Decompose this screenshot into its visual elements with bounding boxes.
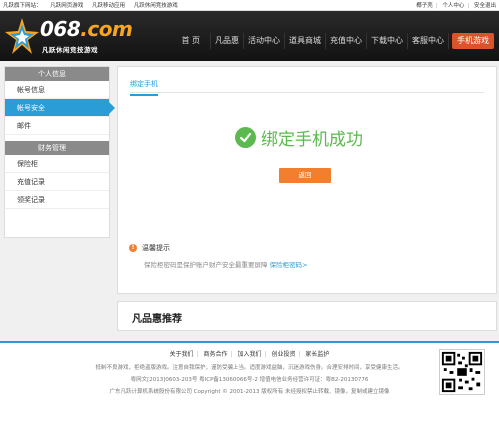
footer-license: 粤网文[2013]0603-203号 粤ICP备13060066号-2 增值电信… xyxy=(130,377,369,383)
footer-link-business[interactable]: 商务合作 xyxy=(204,351,228,358)
nav-events[interactable]: 活动中心 xyxy=(244,33,285,49)
personal-center-link[interactable]: 个人中心 xyxy=(442,3,464,9)
divider: | xyxy=(196,351,199,358)
link-casual-games[interactable]: 凡跃休闲竞技游戏 xyxy=(134,3,178,9)
sidebar-item-safe-box[interactable]: 保险柜 xyxy=(5,155,109,173)
divider: | xyxy=(230,351,233,358)
divider: | xyxy=(264,351,267,358)
nav-recharge[interactable]: 充值中心 xyxy=(326,33,367,49)
link-web-games[interactable]: 凡跃网页游戏 xyxy=(50,3,83,9)
sidebar-item-mail[interactable]: 邮件 xyxy=(5,117,109,135)
nav-mobile-games-button[interactable]: 手机游戏 xyxy=(452,33,494,49)
top-utility-bar: 凡跃旗下网站： 凡跃网页游戏 凡跃移动应用 凡跃休闲竞技游戏 椰子壳 | 个人中心… xyxy=(0,0,499,11)
return-button[interactable]: 返回 xyxy=(279,168,331,183)
brand-slogan: 凡跃休闲竞技游戏 xyxy=(42,46,98,54)
sidebar-item-account-info[interactable]: 帐号信息 xyxy=(5,81,109,99)
footer-health-notice: 抵制不良游戏，拒绝盗版游戏。注意自我保护，谨防受骗上当。适度游戏益脑，沉迷游戏伤… xyxy=(95,365,404,371)
main-panel: 绑定手机 绑定手机成功 返回 ! 温馨提示 保险柜密码是保护账户财产安全最重要屏… xyxy=(117,66,497,294)
nav-item-shop[interactable]: 道具商城 xyxy=(285,33,326,49)
nav-support[interactable]: 客服中心 xyxy=(408,33,449,49)
site-logo[interactable]: 068.com 凡跃休闲竞技游戏 xyxy=(4,14,133,58)
sidebar-section-personal-info: 个人信息 xyxy=(5,67,109,81)
sidebar-item-recharge-records[interactable]: 充值记录 xyxy=(5,173,109,191)
brand-name: 068.com xyxy=(40,17,133,41)
link-mobile-apps[interactable]: 凡跃移动应用 xyxy=(92,3,125,9)
divider: | xyxy=(467,3,470,9)
recommend-panel: 凡品惠推荐 xyxy=(117,301,497,331)
nav-fanpinhui[interactable]: 凡品惠 xyxy=(211,33,244,49)
sister-sites-label: 凡跃旗下网站： xyxy=(3,3,42,9)
brand-prefix: 068 xyxy=(40,17,81,41)
sidebar-item-account-security[interactable]: 帐号安全 xyxy=(5,99,115,117)
site-header: 068.com 凡跃休闲竞技游戏 首 页 凡品惠 活动中心 道具商城 充值中心 … xyxy=(0,11,499,61)
safe-password-link[interactable]: 保险柜密码> xyxy=(270,261,308,269)
user-links: 椰子壳 | 个人中心 | 安全退出 xyxy=(416,1,496,9)
success-message: 绑定手机成功 xyxy=(235,125,363,150)
footer-copyright: 广东凡跃计算机系统股份有限公司 Copyright © 2001-2013 版权… xyxy=(109,389,390,395)
site-footer: 关于我们 | 商务合作 | 加入我们 | 创业投资 | 家长监护 抵制不良游戏，拒绝盗版… xyxy=(0,341,499,431)
tab-bind-phone[interactable]: 绑定手机 xyxy=(130,79,158,96)
tab-divider xyxy=(130,92,484,93)
divider: | xyxy=(435,3,438,9)
sidebar-section-finance: 财务管理 xyxy=(5,141,109,155)
star-logo-icon xyxy=(5,18,39,54)
warning-icon: ! xyxy=(129,244,137,252)
divider: | xyxy=(298,351,301,358)
brand-suffix: .com xyxy=(80,17,133,41)
tip-text: 保险柜密码是保护账户财产安全最重要屏障 xyxy=(144,261,268,269)
logout-link[interactable]: 安全退出 xyxy=(474,3,496,9)
main-nav: 首 页 凡品惠 活动中心 道具商城 充值中心 下载中心 客服中心 手机游戏 xyxy=(171,31,499,51)
username[interactable]: 椰子壳 xyxy=(416,3,433,9)
success-text: 绑定手机成功 xyxy=(261,130,363,150)
footer-link-join[interactable]: 加入我们 xyxy=(237,351,261,358)
footer-link-about[interactable]: 关于我们 xyxy=(170,351,194,358)
nav-home[interactable]: 首 页 xyxy=(171,33,211,49)
tip-body: 保险柜密码是保护账户财产安全最重要屏障 保险柜密码> xyxy=(129,259,459,269)
tip-box: ! 温馨提示 保险柜密码是保护账户财产安全最重要屏障 保险柜密码> xyxy=(129,243,459,269)
recommend-title: 凡品惠推荐 xyxy=(132,314,182,325)
footer-links: 关于我们 | 商务合作 | 加入我们 | 创业投资 | 家长监护 xyxy=(0,349,499,358)
footer-link-invest[interactable]: 创业投资 xyxy=(271,351,295,358)
footer-link-parental[interactable]: 家长监护 xyxy=(305,351,329,358)
tip-title: 温馨提示 xyxy=(142,244,170,252)
qr-code-icon xyxy=(439,349,485,395)
tip-header: ! 温馨提示 xyxy=(129,243,459,253)
account-sidebar: 个人信息 帐号信息 帐号安全 邮件 财务管理 保险柜 充值记录 领奖记录 xyxy=(4,66,115,238)
check-circle-icon xyxy=(235,127,256,148)
nav-download[interactable]: 下载中心 xyxy=(367,33,408,49)
sidebar-item-reward-records[interactable]: 领奖记录 xyxy=(5,191,109,209)
sister-sites: 凡跃旗下网站： 凡跃网页游戏 凡跃移动应用 凡跃休闲竞技游戏 xyxy=(3,1,185,9)
